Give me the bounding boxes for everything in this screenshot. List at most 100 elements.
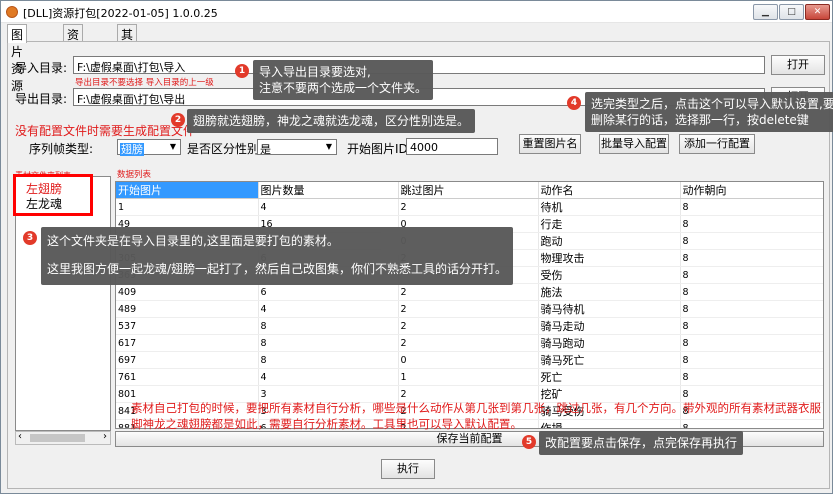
table-cell[interactable]: 4: [258, 198, 399, 216]
table-cell[interactable]: 8: [258, 317, 399, 335]
table-cell[interactable]: 537: [116, 317, 259, 335]
column-header[interactable]: 图片数量: [258, 182, 399, 199]
tip-3: 这个文件夹是在导入目录里的,这里面是要打包的素材。 这里我图方便一起龙魂/翅膀一…: [41, 227, 514, 285]
gender-select[interactable]: 是 ▼: [257, 139, 337, 156]
badge-1: 1: [235, 64, 249, 78]
table-cell[interactable]: 8: [680, 232, 823, 250]
seq-type-value: 翅膀: [120, 143, 144, 156]
tip-4-line: 选完类型之后，点击这个可以导入默认设置,要: [591, 97, 833, 111]
batch-import-config-button[interactable]: 批量导入配置: [599, 134, 669, 154]
table-cell[interactable]: 死亡: [538, 368, 681, 386]
table-cell[interactable]: 物理攻击: [538, 249, 681, 267]
table-cell[interactable]: 761: [116, 368, 259, 386]
tip-1: 导入导出目录要选对, 注意不要两个选成一个文件夹。: [253, 60, 434, 100]
table-cell[interactable]: 8: [680, 317, 823, 335]
table-cell[interactable]: 8: [680, 283, 823, 301]
data-grid[interactable]: 开始图片 图片数量 跳过图片 动作名 动作朝向 142待机849160行走80跑…: [115, 181, 824, 429]
column-header[interactable]: 动作名: [538, 182, 681, 199]
config-warning: 没有配置文件时需要生成配置文件: [15, 124, 196, 138]
tip-1-line: 注意不要两个选成一个文件夹。: [259, 81, 428, 95]
table-cell[interactable]: 待机: [538, 198, 681, 216]
table-cell[interactable]: 8: [258, 351, 399, 369]
tip-4-line: 删除某行的话，选择那一行，按delete键: [591, 113, 809, 127]
table-cell[interactable]: 2: [398, 198, 539, 216]
table-cell[interactable]: 1: [116, 198, 259, 216]
reset-image-name-button[interactable]: 重置图片名: [519, 134, 581, 154]
tip-2: 翅膀就选翅膀，神龙之魂就选龙魂，区分性别选是。: [187, 109, 476, 133]
start-id-input[interactable]: 4000: [406, 138, 498, 155]
maximize-button[interactable]: □: [779, 4, 804, 20]
gender-value: 是: [260, 143, 271, 156]
table-cell[interactable]: 4: [258, 368, 399, 386]
add-config-row-button[interactable]: 添加一行配置: [679, 134, 755, 154]
table-cell[interactable]: 0: [398, 351, 539, 369]
table-cell[interactable]: 6: [258, 283, 399, 301]
table-cell[interactable]: 8: [680, 249, 823, 267]
badge-2: 2: [171, 113, 185, 127]
table-row[interactable]: 697 8 0 骑马死亡 8: [116, 351, 823, 369]
column-header[interactable]: 动作朝向: [680, 182, 823, 199]
table-cell[interactable]: 跑动: [538, 232, 681, 250]
close-button[interactable]: ✕: [805, 4, 830, 20]
table-cell[interactable]: 1: [398, 368, 539, 386]
table-cell[interactable]: 施法: [538, 283, 681, 301]
table-row[interactable]: 489 4 2 骑马待机 8: [116, 300, 823, 318]
chevron-down-icon: ▼: [325, 142, 333, 151]
tip-3-line: 这个文件夹是在导入目录里的,这里面是要打包的素材。: [47, 234, 339, 248]
table-row[interactable]: 537 8 2 骑马走动 8: [116, 317, 823, 335]
tip-4: 选完类型之后，点击这个可以导入默认设置,要 删除某行的话，选择那一行，按dele…: [585, 92, 833, 132]
column-header[interactable]: 开始图片: [116, 182, 259, 199]
scroll-thumb[interactable]: [30, 434, 85, 442]
table-cell[interactable]: 2: [398, 300, 539, 318]
chevron-down-icon: ▼: [169, 142, 177, 151]
tip-5: 改配置要点击保存，点完保存再执行: [539, 431, 744, 455]
tip-3-line: 这里我图方便一起龙魂/翅膀一起打了，然后自己改图集，你们不熟悉工具的话分开打。: [47, 262, 508, 276]
gender-label: 是否区分性别:: [187, 142, 264, 156]
table-cell[interactable]: 骑马死亡: [538, 351, 681, 369]
table-cell[interactable]: 8: [680, 351, 823, 369]
badge-5: 5: [522, 435, 536, 449]
table-cell[interactable]: 8: [680, 300, 823, 318]
export-warning: 导出目录不要选择 导入目录的上一级: [75, 78, 214, 88]
table-cell[interactable]: 8: [680, 266, 823, 284]
window-title: [DLL]资源打包[2022-01-05] 1.0.0.25: [23, 7, 218, 20]
seq-type-label: 序列帧类型:: [29, 142, 94, 156]
table-cell[interactable]: 2: [398, 334, 539, 352]
execute-button[interactable]: 执行: [381, 459, 435, 479]
highlight-box: [13, 174, 93, 216]
table-cell[interactable]: 8: [258, 334, 399, 352]
scroll-left-icon[interactable]: ‹: [18, 431, 22, 442]
table-cell[interactable]: 8: [680, 334, 823, 352]
table-row[interactable]: 409 6 2 施法 8: [116, 283, 823, 301]
table-cell[interactable]: 骑马待机: [538, 300, 681, 318]
table-row[interactable]: 617 8 2 骑马跑动 8: [116, 334, 823, 352]
table-cell[interactable]: 骑马走动: [538, 317, 681, 335]
tab-resource-pack[interactable]: 资源打包: [63, 24, 84, 93]
table-cell[interactable]: 4: [258, 300, 399, 318]
tip-1-line: 导入导出目录要选对,: [259, 65, 371, 79]
tree-horizontal-scrollbar[interactable]: ‹ ›: [15, 431, 111, 445]
table-cell[interactable]: 697: [116, 351, 259, 369]
table-row[interactable]: 1 4 2 待机 8: [116, 198, 823, 216]
tab-image-resources[interactable]: 图片资源: [7, 24, 28, 93]
table-cell[interactable]: 409: [116, 283, 259, 301]
table-cell[interactable]: 8: [680, 368, 823, 386]
tab-other[interactable]: 其他: [117, 24, 138, 59]
table-cell[interactable]: 受伤: [538, 266, 681, 284]
column-header[interactable]: 跳过图片: [398, 182, 539, 199]
table-cell[interactable]: 行走: [538, 215, 681, 233]
table-row[interactable]: 761 4 1 死亡 8: [116, 368, 823, 386]
minimize-button[interactable]: ▁: [753, 4, 778, 20]
start-id-label: 开始图片ID:: [347, 142, 412, 156]
table-cell[interactable]: 489: [116, 300, 259, 318]
seq-type-select[interactable]: 翅膀 ▼: [117, 139, 181, 156]
table-cell[interactable]: 2: [398, 283, 539, 301]
scroll-right-icon[interactable]: ›: [103, 431, 107, 442]
table-cell[interactable]: 8: [680, 198, 823, 216]
table-cell[interactable]: 骑马跑动: [538, 334, 681, 352]
table-cell[interactable]: 8: [680, 215, 823, 233]
table-cell[interactable]: 617: [116, 334, 259, 352]
import-open-button[interactable]: 打开: [771, 55, 825, 75]
table-cell[interactable]: 2: [398, 317, 539, 335]
app-window: [DLL]资源打包[2022-01-05] 1.0.0.25 ▁ □ ✕ 图片资…: [0, 0, 833, 494]
